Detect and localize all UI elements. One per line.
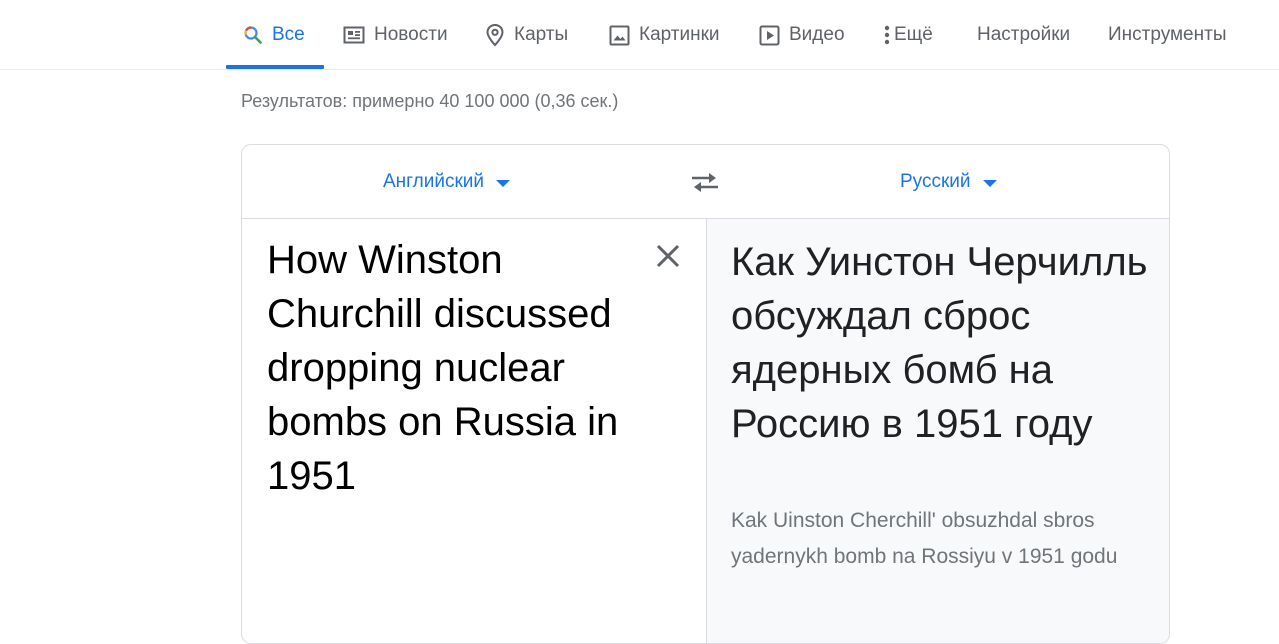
more-vert-icon xyxy=(884,25,890,45)
translate-card: Английский Русский How Winston Churchill… xyxy=(241,144,1170,644)
chevron-down-icon xyxy=(982,179,997,187)
tab-news[interactable]: Новости xyxy=(343,0,448,70)
tab-images[interactable]: Картинки xyxy=(609,0,720,70)
swap-icon xyxy=(692,173,718,192)
tab-all[interactable]: Все xyxy=(243,0,305,70)
image-icon xyxy=(609,25,630,46)
transliteration-text: Kak Uinston Cherchill' obsuzhdal sbros y… xyxy=(731,509,1118,568)
tab-tools-label: Инструменты xyxy=(1108,24,1227,45)
map-pin-icon xyxy=(485,23,505,47)
tab-video-label: Видео xyxy=(789,24,845,45)
search-icon xyxy=(243,25,263,45)
source-text-input[interactable]: How Winston Churchill discussed dropping… xyxy=(267,233,637,503)
tab-more-label: Ещё xyxy=(894,24,933,45)
news-icon xyxy=(343,26,365,44)
target-language-select[interactable]: Русский xyxy=(900,171,997,193)
clear-button[interactable] xyxy=(655,243,681,274)
search-tabs-bar: Все Новости Карты Картинки Видео Ещё Нас… xyxy=(0,0,1279,70)
chevron-down-icon xyxy=(496,179,511,187)
close-icon xyxy=(656,244,680,268)
tab-settings-label: Настройки xyxy=(977,24,1071,45)
source-language-label: Английский xyxy=(383,171,485,192)
active-tab-indicator xyxy=(226,65,324,69)
tab-video[interactable]: Видео xyxy=(759,0,845,70)
tab-all-label: Все xyxy=(272,24,305,45)
tab-images-label: Картинки xyxy=(639,24,720,45)
target-pane: Как Уинстон Черчилль обсуждал сброс ядер… xyxy=(706,219,1169,643)
tab-settings[interactable]: Настройки xyxy=(977,0,1070,70)
source-language-select[interactable]: Английский xyxy=(383,171,511,193)
tab-news-label: Новости xyxy=(374,24,448,45)
language-bar: Английский Русский xyxy=(242,145,1169,219)
video-icon xyxy=(759,25,780,46)
source-pane: How Winston Churchill discussed dropping… xyxy=(242,219,706,643)
tab-maps-label: Карты xyxy=(514,24,569,45)
tab-tools[interactable]: Инструменты xyxy=(1108,0,1226,70)
target-language-label: Русский xyxy=(900,171,971,192)
tab-more[interactable]: Ещё xyxy=(884,0,933,70)
result-stats: Результатов: примерно 40 100 000 (0,36 с… xyxy=(241,91,619,111)
translated-text: Как Уинстон Черчилль обсуждал сброс ядер… xyxy=(731,240,1148,446)
swap-languages-button[interactable] xyxy=(689,168,721,201)
tab-maps[interactable]: Карты xyxy=(485,0,568,70)
